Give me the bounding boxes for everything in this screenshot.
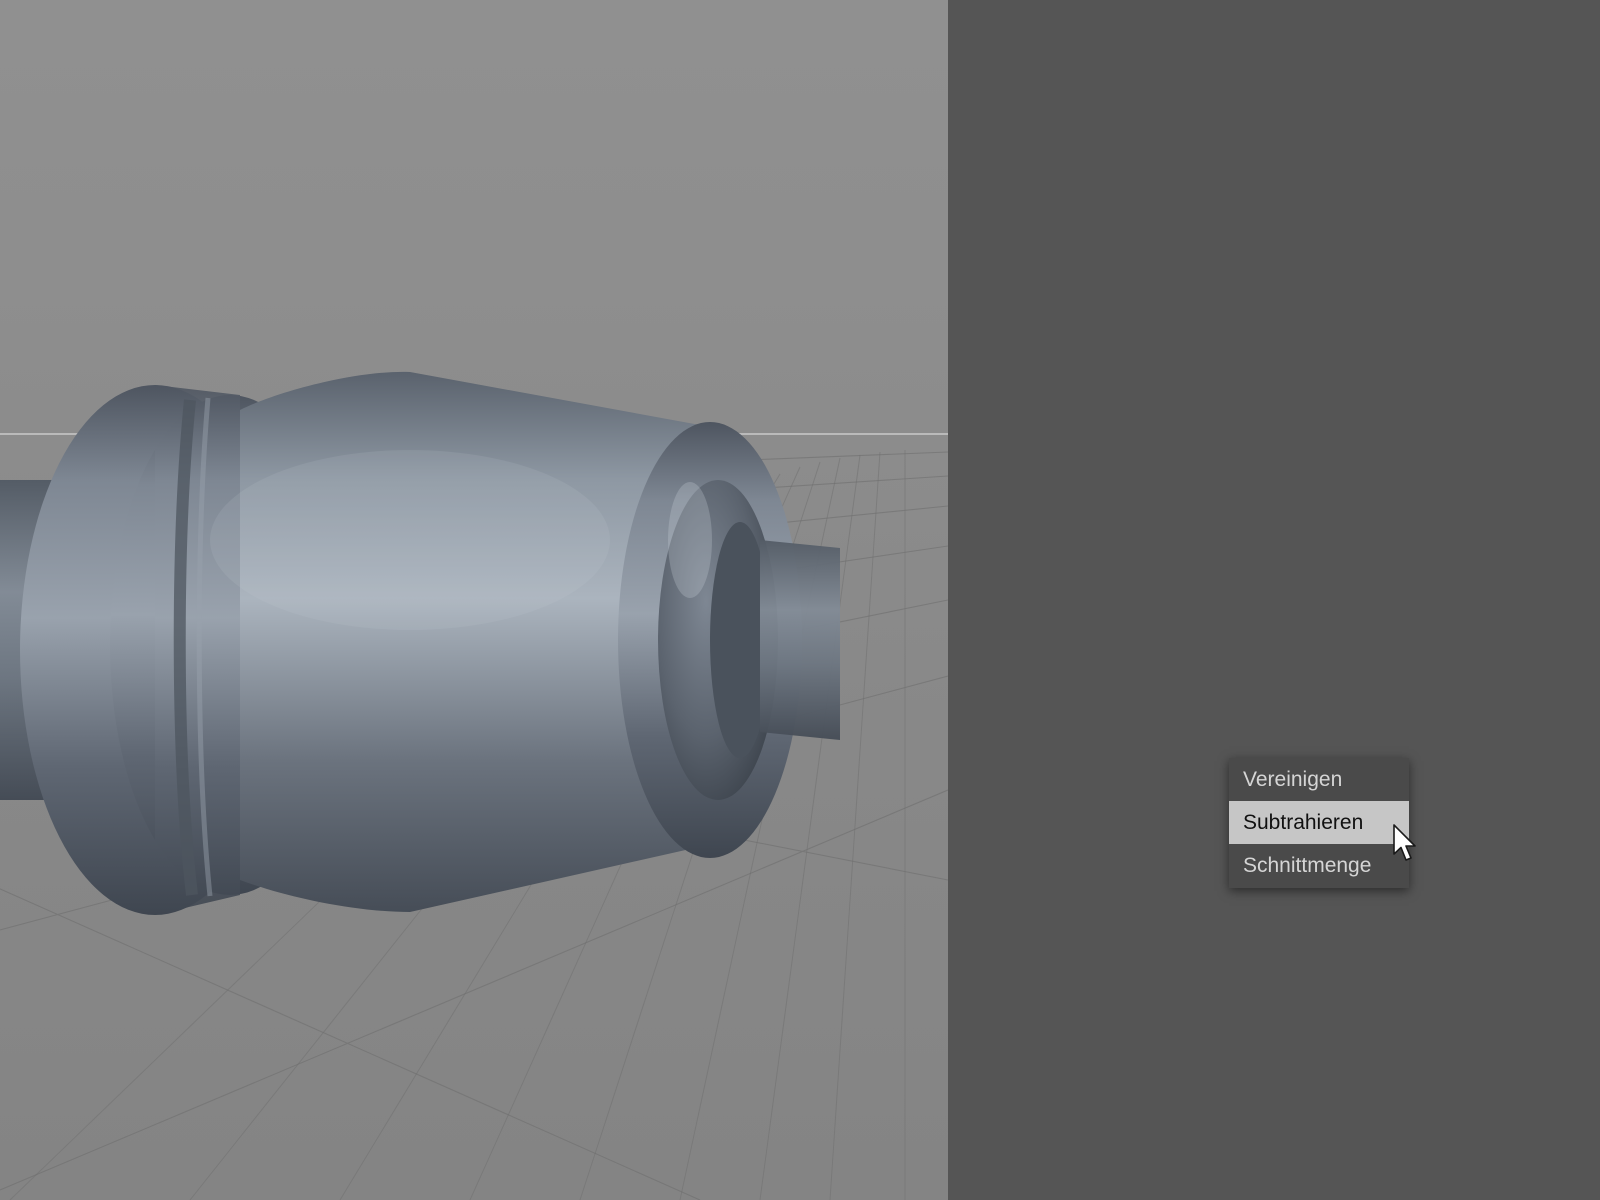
dropdown-item-schnittmenge[interactable]: Schnittmenge [1229,844,1409,887]
mouse-cursor [1393,824,1416,861]
viewport-3d[interactable] [0,0,948,1200]
dropdown-item-subtrahieren[interactable]: Subtrahieren [1229,801,1409,844]
volume-object-render [0,371,840,915]
mode-dropdown-menu[interactable]: Vereinigen Subtrahieren Schnittmenge [1229,758,1409,888]
dropdown-item-vereinigen[interactable]: Vereinigen [1229,758,1409,801]
app-window: Ring ✓ [0,0,1600,1200]
right-panel: Ring ✓ [948,0,1600,1200]
